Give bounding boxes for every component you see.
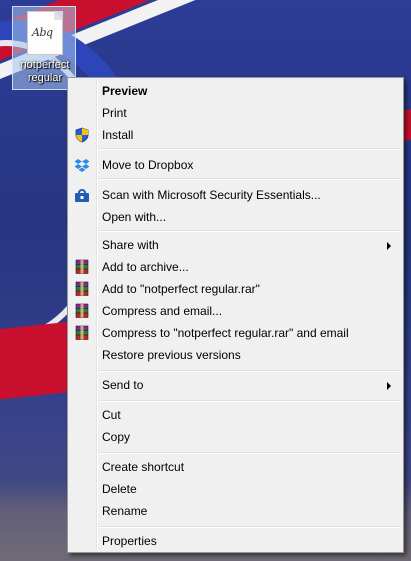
menu-item-label: Add to "notperfect regular.rar" (102, 282, 260, 296)
context-menu: Preview Print Install Move to Dropbox Sc… (67, 77, 404, 553)
menu-item-label: Install (102, 128, 134, 142)
menu-separator (98, 370, 401, 372)
menu-separator (98, 148, 401, 150)
page-fold (54, 11, 63, 20)
menu-item-open-with[interactable]: Open with... (70, 206, 401, 228)
menu-item-label: Create shortcut (102, 460, 185, 474)
winrar-icon (74, 259, 90, 275)
winrar-icon (74, 303, 90, 319)
menu-item-label: Print (102, 106, 127, 120)
menu-item-share-with[interactable]: Share with (70, 234, 401, 256)
menu-item-label: Copy (102, 430, 131, 444)
menu-item-create-shortcut[interactable]: Create shortcut (70, 456, 401, 478)
menu-item-cut[interactable]: Cut (70, 404, 401, 426)
menu-item-label: Compress and email... (102, 304, 223, 318)
chevron-right-icon (387, 242, 391, 250)
menu-item-label: Delete (102, 482, 137, 496)
menu-item-compress-and-email[interactable]: Compress and email... (70, 300, 401, 322)
menu-item-label: Open with... (102, 210, 167, 224)
menu-item-properties[interactable]: Properties (70, 530, 401, 552)
menu-item-label: Restore previous versions (102, 348, 241, 362)
menu-item-add-to-rar[interactable]: Add to "notperfect regular.rar" (70, 278, 401, 300)
menu-item-scan[interactable]: Scan with Microsoft Security Essentials.… (70, 184, 401, 206)
menu-separator (98, 178, 401, 180)
menu-item-label: Preview (102, 84, 148, 98)
menu-item-label: Scan with Microsoft Security Essentials.… (102, 188, 321, 202)
menu-item-add-to-archive[interactable]: Add to archive... (70, 256, 401, 278)
menu-separator (98, 400, 401, 402)
winrar-icon (74, 325, 90, 341)
menu-item-rename[interactable]: Rename (70, 500, 401, 522)
menu-separator (98, 230, 401, 232)
menu-item-label: Add to archive... (102, 260, 189, 274)
menu-item-label: Send to (102, 378, 144, 392)
menu-item-label: Compress to "notperfect regular.rar" and… (102, 326, 349, 340)
uac-shield-icon (74, 127, 90, 143)
chevron-right-icon (387, 382, 391, 390)
menu-item-label: Move to Dropbox (102, 158, 194, 172)
menu-item-install[interactable]: Install (70, 124, 401, 146)
winrar-icon (74, 281, 90, 297)
dropbox-icon (74, 157, 90, 173)
menu-item-delete[interactable]: Delete (70, 478, 401, 500)
menu-separator (98, 452, 401, 454)
menu-item-label: Properties (102, 534, 157, 548)
menu-item-label: Cut (102, 408, 121, 422)
menu-item-restore-previous-versions[interactable]: Restore previous versions (70, 344, 401, 366)
menu-item-print[interactable]: Print (70, 102, 401, 124)
font-preview-glyph: Abq (32, 26, 53, 39)
font-file-icon: Abq (27, 11, 63, 55)
menu-item-send-to[interactable]: Send to (70, 374, 401, 396)
menu-item-preview[interactable]: Preview (70, 80, 401, 102)
menu-item-label: Share with (102, 238, 159, 252)
menu-separator (98, 526, 401, 528)
menu-item-move-to-dropbox[interactable]: Move to Dropbox (70, 154, 401, 176)
menu-item-compress-to-rar-and-email[interactable]: Compress to "notperfect regular.rar" and… (70, 322, 401, 344)
security-essentials-icon (74, 187, 90, 203)
menu-item-copy[interactable]: Copy (70, 426, 401, 448)
menu-item-label: Rename (102, 504, 148, 518)
